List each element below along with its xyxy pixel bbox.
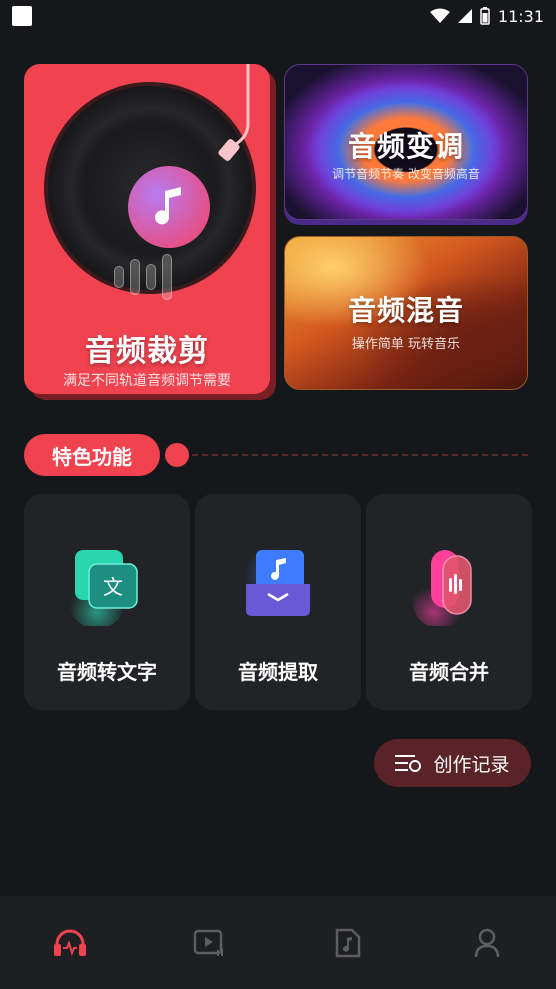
creation-history-label: 创作记录 xyxy=(433,753,510,776)
text-convert-icon: 文 xyxy=(69,550,138,626)
cell-signal-icon xyxy=(457,9,472,23)
merge-icon xyxy=(413,550,472,626)
tonearm-icon xyxy=(218,64,250,161)
headphones-icon xyxy=(53,929,86,956)
video-icon xyxy=(193,929,223,956)
wifi-icon xyxy=(429,8,450,23)
bottom-nav xyxy=(0,896,556,989)
clock: 11:31 xyxy=(497,6,544,26)
status-bar: 11:31 xyxy=(0,0,556,32)
card-subtitle: 调节音频节奏 改变音频高音 xyxy=(332,167,480,181)
audio-pitch-card[interactable]: 音频变调 调节音频节奏 改变音频高音 xyxy=(284,64,528,220)
notification-app-icon xyxy=(12,6,32,26)
tile-audio-merge[interactable]: 音频合并 xyxy=(366,494,532,710)
card-title: 音频裁剪 xyxy=(85,334,209,369)
audio-cut-card[interactable]: 音频裁剪 满足不同轨道音频调节需要 xyxy=(24,64,270,394)
card-title: 音频混音 xyxy=(347,294,464,327)
nav-music[interactable] xyxy=(318,913,378,973)
section-title: 特色功能 xyxy=(24,434,160,476)
tile-label: 音频转文字 xyxy=(57,660,157,684)
creation-history-button[interactable]: 创作记录 xyxy=(374,739,531,787)
svg-text:文: 文 xyxy=(103,575,123,599)
nav-video[interactable] xyxy=(179,913,239,973)
waveform-icon xyxy=(114,254,172,300)
extract-icon xyxy=(244,546,310,616)
list-icon xyxy=(395,755,422,772)
section-divider xyxy=(192,454,528,456)
card-title: 音频变调 xyxy=(347,130,464,163)
music-file-icon xyxy=(335,928,360,957)
nav-profile[interactable] xyxy=(457,913,517,973)
tile-audio-to-text[interactable]: 文 音频转文字 xyxy=(24,494,190,710)
card-subtitle: 满足不同轨道音频调节需要 xyxy=(63,373,231,389)
user-icon xyxy=(474,928,499,957)
tile-label: 音频合并 xyxy=(409,660,489,684)
nav-home[interactable] xyxy=(40,913,100,973)
section-dot xyxy=(165,443,189,467)
tile-label: 音频提取 xyxy=(238,660,318,684)
music-note-icon xyxy=(128,166,210,248)
audio-mix-card[interactable]: 音频混音 操作简单 玩转音乐 xyxy=(284,236,528,390)
card-subtitle: 操作简单 玩转音乐 xyxy=(351,337,461,352)
tile-audio-extract[interactable]: 音频提取 xyxy=(195,494,361,710)
battery-icon xyxy=(480,7,490,25)
